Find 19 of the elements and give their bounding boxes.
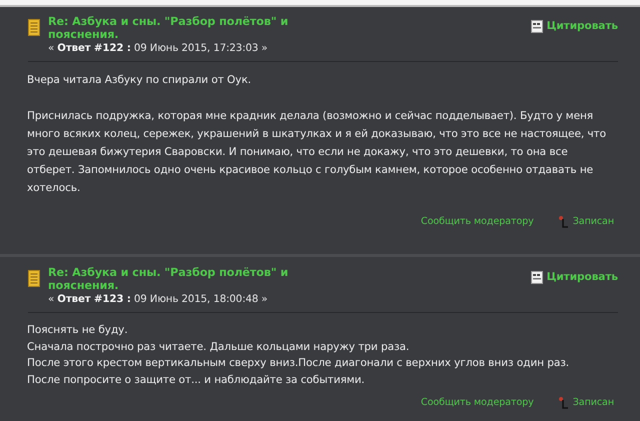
notepad-icon <box>28 270 40 287</box>
post-title[interactable]: Re: Азбука и сны. "Разбор полётов" и пояснения. <box>48 266 318 292</box>
post-meta: « Ответ #123 : 09 Июнь 2015, 18:00:48 » <box>48 293 269 307</box>
quote-icon <box>530 271 543 284</box>
quote-icon <box>530 20 543 34</box>
report-link[interactable]: Сообщить модератору <box>420 215 534 230</box>
post-meta: « Ответ #122 : 09 Июнь 2015, 17:23:03 » <box>48 42 269 56</box>
status-icon <box>558 215 569 230</box>
report-link[interactable]: Сообщить модератору <box>420 396 534 410</box>
quote-link[interactable]: Цитировать <box>530 19 618 35</box>
status-icon <box>558 396 569 410</box>
post-title[interactable]: Re: Азбука и сны. "Разбор полётов" и пояснения. <box>48 15 318 41</box>
status-text: Записан <box>572 215 614 229</box>
post-text: Пояснять не буду. Сначала построчно раз читаете. Дальше кольцами наружу три раза. После этого крестом вертикальным сверху вниз.После диагонали с верхних углов вниз один раз. После попросите о защите от... и наблюдайте за событиями. <box>27 323 570 388</box>
post-text: Вчера читала Азбуку по спирали от Оук. <box>27 73 252 88</box>
notepad-icon <box>28 19 40 36</box>
status-text: Записан <box>572 396 614 410</box>
post-text: Приснилась подружка, которая мне крадник делала (возможно и сейчас подделывает). Будто у меня много всяких колец, сережек, украшений в шкатулках и я ей доказываю, что это все не настоящее, что это дешевая бижутерия Сваровски. И понимаю, что если не докажу, что это дешевки, то она все отберет. Запомнилось одно очень красивое кольцо с голубым камнем, которое особенно отдавать не хотелось. <box>27 109 608 196</box>
quote-link[interactable]: Цитировать <box>530 270 618 286</box>
